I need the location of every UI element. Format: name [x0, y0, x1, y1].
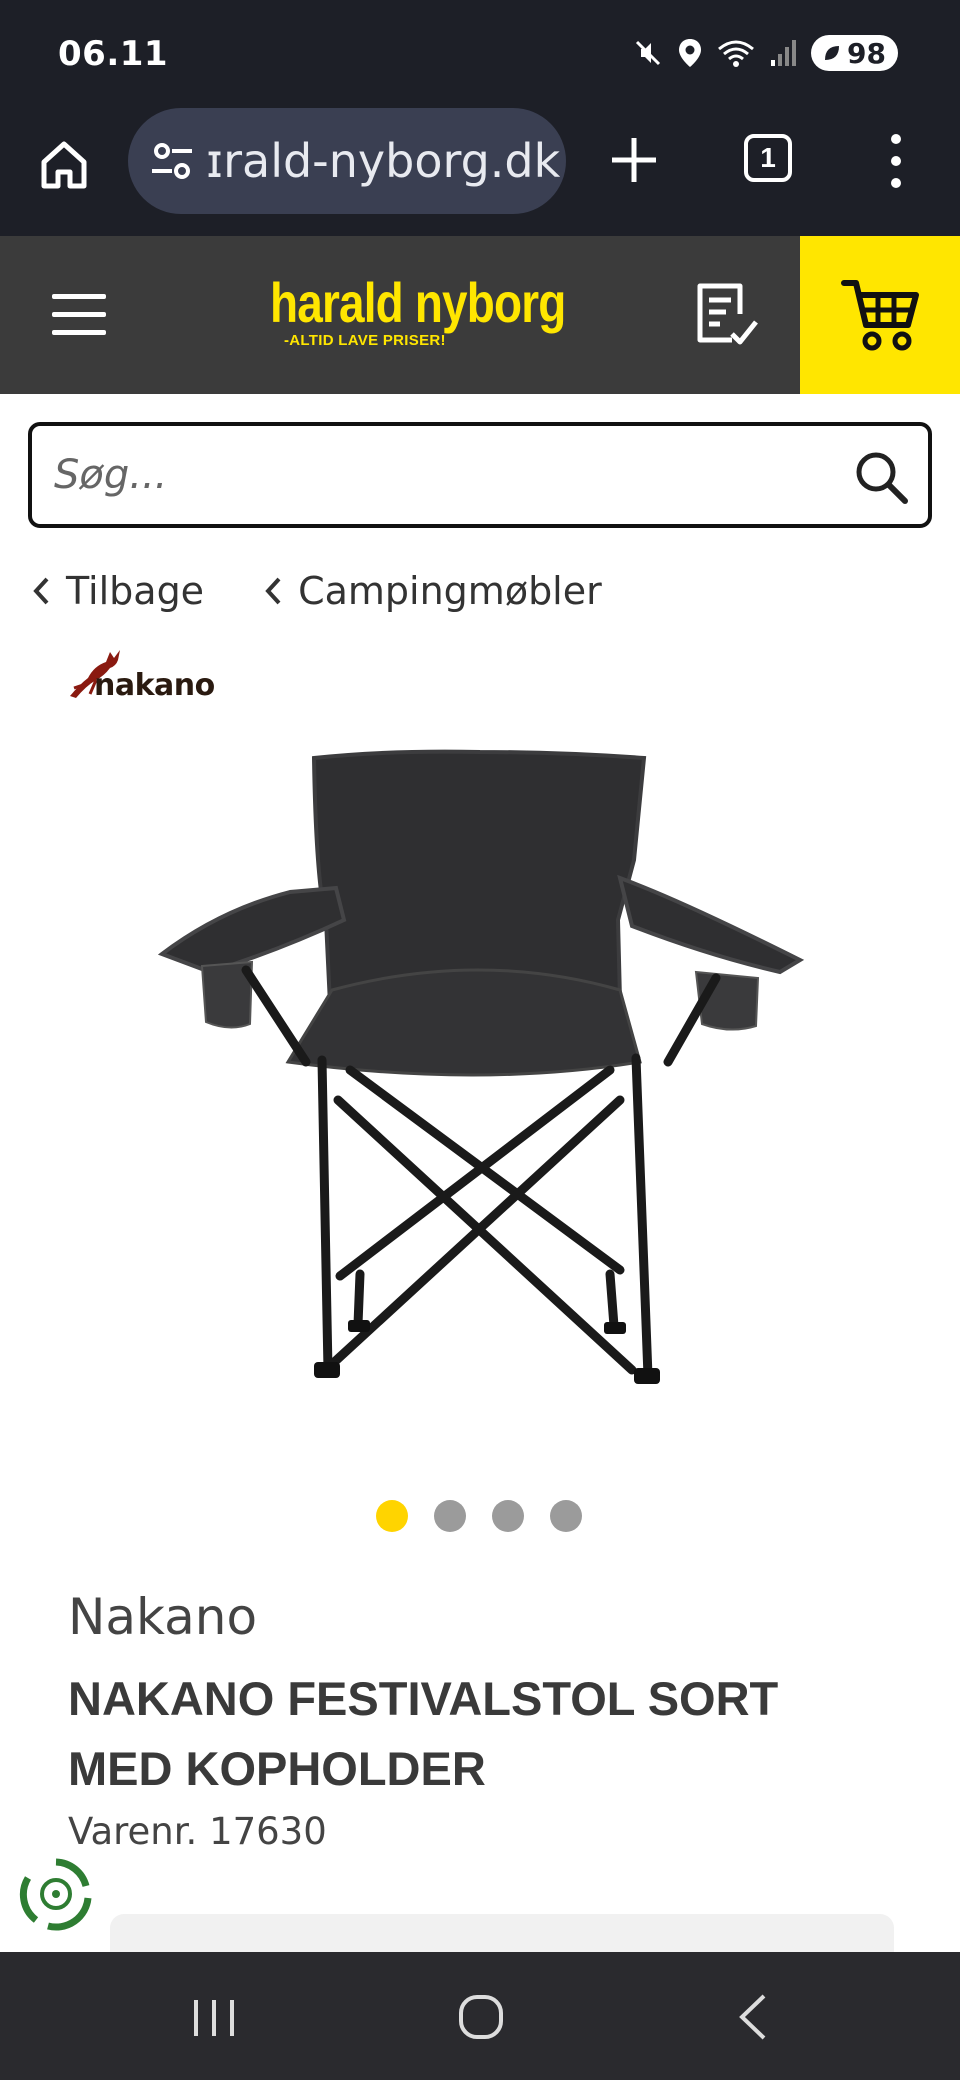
- site-header: harald nyborg -ALTID LAVE PRISER!: [0, 236, 960, 394]
- breadcrumb: Tilbage Campingmøbler: [30, 566, 602, 616]
- carousel-dot[interactable]: [492, 1500, 524, 1532]
- logo-tagline: -ALTID LAVE PRISER!: [284, 332, 446, 349]
- recycle-icon[interactable]: [18, 1856, 94, 1932]
- recents-icon[interactable]: [190, 1996, 238, 2040]
- cart-icon: [841, 280, 919, 351]
- product-image[interactable]: [150, 740, 810, 1410]
- product-title: NAKANO FESTIVALSTOL SORT MED KOPHOLDER: [68, 1672, 779, 1795]
- site-logo[interactable]: harald nyborg -ALTID LAVE PRISER!: [270, 270, 570, 360]
- carousel-dot[interactable]: [434, 1500, 466, 1532]
- status-bar: 06.11 98: [0, 0, 960, 108]
- tab-count: 1: [760, 142, 776, 173]
- battery-indicator: 98: [811, 35, 898, 71]
- wifi-icon: [718, 40, 754, 67]
- carousel-dots: [376, 1500, 582, 1532]
- status-time: 06.11: [58, 34, 169, 74]
- cart-button[interactable]: [800, 236, 960, 394]
- carousel-dot[interactable]: [376, 1500, 408, 1532]
- carousel-dot[interactable]: [550, 1500, 582, 1532]
- chevron-left-icon: [33, 577, 49, 605]
- back-link-label: Tilbage: [66, 569, 205, 613]
- site-settings-icon[interactable]: [148, 137, 196, 185]
- shopping-list-icon[interactable]: [692, 280, 762, 350]
- url-text[interactable]: ɪrald-nyborg.dk: [206, 134, 560, 188]
- battery-level: 98: [847, 36, 886, 70]
- product-brand[interactable]: Nakano: [68, 1588, 257, 1646]
- search-input[interactable]: [54, 442, 834, 508]
- more-menu-icon[interactable]: [880, 130, 912, 192]
- back-icon[interactable]: [736, 1992, 770, 2042]
- signal-icon: [771, 40, 797, 66]
- product-card: [110, 1914, 894, 1954]
- tab-switcher-icon[interactable]: 1: [744, 134, 792, 182]
- home-icon[interactable]: [458, 1994, 504, 2040]
- back-link[interactable]: Tilbage: [30, 569, 204, 613]
- brand-logo[interactable]: nakano: [66, 644, 236, 704]
- chevron-left-icon: [265, 577, 281, 605]
- product-sku: Varenr. 17630: [68, 1810, 327, 1853]
- home-icon[interactable]: [36, 136, 92, 192]
- browser-toolbar: ɪrald-nyborg.dk 1: [0, 108, 960, 236]
- mute-icon: [635, 40, 661, 66]
- battery-saver-icon: [825, 46, 840, 60]
- logo-wordmark: harald nyborg: [270, 271, 566, 334]
- new-tab-icon[interactable]: [606, 132, 662, 188]
- brand-logo-text: nakano: [94, 668, 215, 703]
- address-bar[interactable]: ɪrald-nyborg.dk: [128, 108, 566, 214]
- hamburger-menu-icon[interactable]: [52, 292, 106, 338]
- android-nav-bar: [0, 1952, 960, 2080]
- search-icon[interactable]: [852, 448, 910, 506]
- category-link[interactable]: Campingmøbler: [262, 569, 602, 613]
- status-icons: 98: [633, 32, 898, 74]
- search-bar: [28, 422, 932, 528]
- category-link-label: Campingmøbler: [298, 569, 602, 613]
- location-icon: [679, 39, 702, 67]
